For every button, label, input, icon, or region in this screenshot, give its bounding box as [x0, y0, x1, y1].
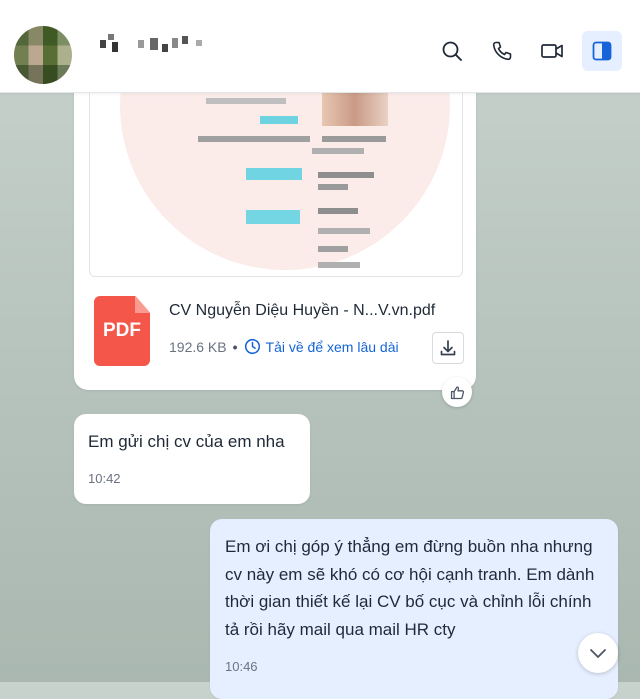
pdf-type-label: PDF — [103, 320, 141, 341]
voice-call-button[interactable] — [482, 31, 522, 71]
preview-blur-line — [318, 262, 360, 268]
search-icon — [442, 41, 462, 61]
preview-blur-line — [318, 228, 370, 234]
search-button[interactable] — [432, 31, 472, 71]
preview-blur-line — [198, 136, 310, 142]
contact-name-blurred[interactable] — [100, 34, 210, 52]
preview-blur-line — [318, 208, 358, 214]
preview-blur-line — [206, 98, 286, 104]
sidebar-toggle-icon — [592, 41, 612, 61]
preview-blur-line — [312, 148, 364, 154]
chevron-down-icon — [590, 649, 606, 658]
keep-download-link[interactable]: Tải về để xem lâu dài — [244, 338, 399, 355]
keep-download-text: Tải về để xem lâu dài — [265, 338, 399, 355]
toggle-sidebar-button[interactable] — [582, 31, 622, 71]
file-meta: 192.6 KB • Tải về để xem lâu dài — [169, 338, 399, 355]
file-message-card[interactable]: PDF CV Nguyễn Diệu Huyền - N...V.vn.pdf … — [74, 60, 476, 390]
download-icon — [440, 340, 456, 356]
contact-avatar[interactable] — [14, 26, 72, 84]
preview-blur-line — [322, 136, 386, 142]
chat-header — [0, 0, 640, 93]
file-info-row: PDF CV Nguyễn Diệu Huyền - N...V.vn.pdf … — [94, 294, 464, 374]
file-size: 192.6 KB — [169, 338, 227, 355]
preview-blur-highlight — [260, 116, 298, 124]
message-bubble-incoming[interactable]: Em gửi chị cv của em nha 10:42 — [74, 414, 310, 504]
file-name[interactable]: CV Nguyễn Diệu Huyền - N...V.vn.pdf — [169, 302, 435, 320]
preview-blur-highlight — [246, 168, 302, 180]
message-text: Em gửi chị cv của em nha — [88, 432, 285, 451]
preview-blur-line — [318, 184, 348, 190]
video-icon — [541, 44, 563, 58]
header-actions — [432, 31, 622, 71]
scroll-to-bottom-button[interactable] — [578, 633, 618, 673]
message-bubble-outgoing[interactable]: Em ơi chị góp ý thẳng em đừng buồn nha n… — [210, 519, 618, 699]
message-time: 10:42 — [88, 471, 121, 486]
message-text: Em ơi chị góp ý thẳng em đừng buồn nha n… — [225, 537, 595, 639]
preview-blur-line — [318, 246, 348, 252]
video-call-button[interactable] — [532, 31, 572, 71]
download-button[interactable] — [432, 332, 464, 364]
thumbs-up-icon — [450, 385, 464, 399]
preview-blur-line — [318, 172, 374, 178]
meta-separator: • — [232, 338, 238, 355]
react-like-button[interactable] — [442, 377, 472, 407]
clock-icon — [244, 338, 260, 355]
chat-area: PDF CV Nguyễn Diệu Huyền - N...V.vn.pdf … — [0, 0, 640, 699]
phone-icon — [492, 41, 512, 61]
preview-blur-highlight — [246, 210, 300, 224]
message-time: 10:46 — [225, 659, 258, 674]
